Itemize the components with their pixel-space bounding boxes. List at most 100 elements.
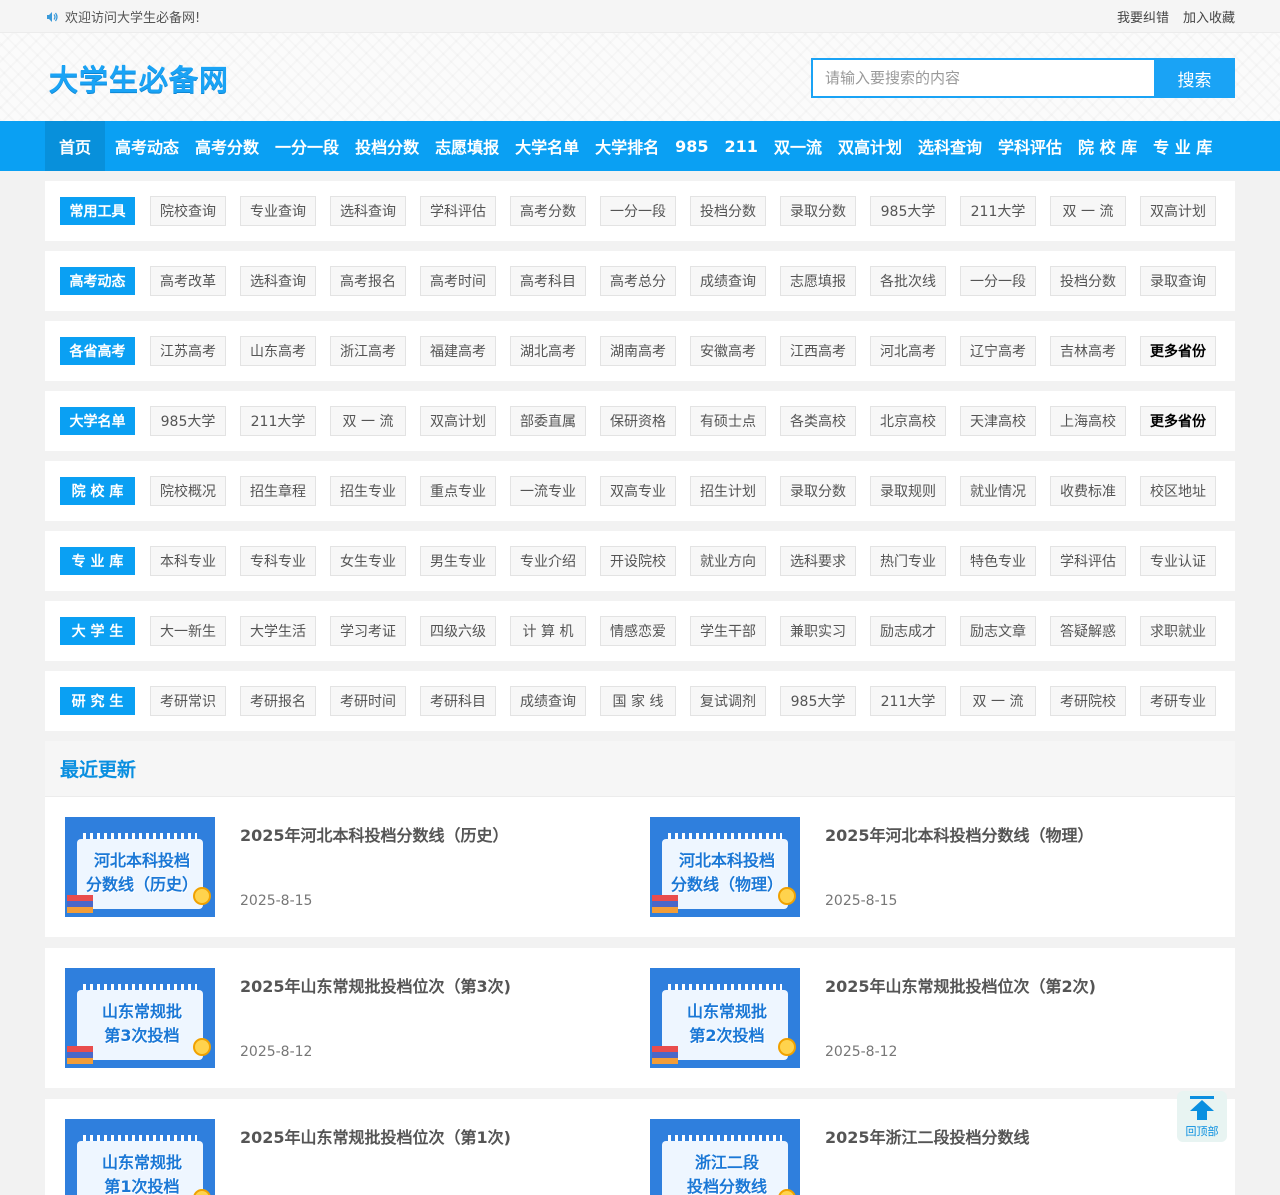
row-tag-link[interactable]: 收费标准 bbox=[1050, 476, 1126, 506]
row-tag-link[interactable]: 一分一段 bbox=[960, 266, 1036, 296]
row-tag-link[interactable]: 江西高考 bbox=[780, 336, 856, 366]
nav-item[interactable]: 大学名单 bbox=[507, 121, 587, 171]
row-tag-link[interactable]: 情感恋爱 bbox=[600, 616, 676, 646]
nav-item[interactable]: 志愿填报 bbox=[427, 121, 507, 171]
site-logo[interactable]: 大学生必备网 bbox=[49, 57, 229, 99]
nav-item[interactable]: 双一流 bbox=[766, 121, 830, 171]
row-tag-link[interactable]: 四级六级 bbox=[420, 616, 496, 646]
nav-item[interactable]: 专 业 库 bbox=[1145, 121, 1220, 171]
row-tag-link[interactable]: 热门专业 bbox=[870, 546, 946, 576]
search-button[interactable]: 搜索 bbox=[1154, 58, 1235, 98]
row-tag-link[interactable]: 双高专业 bbox=[600, 476, 676, 506]
more-provinces-link[interactable]: 更多省份 bbox=[1140, 336, 1216, 366]
row-tag-link[interactable]: 考研常识 bbox=[150, 686, 226, 716]
row-tag-link[interactable]: 选科查询 bbox=[330, 196, 406, 226]
row-tag-link[interactable]: 浙江高考 bbox=[330, 336, 406, 366]
row-tag-link[interactable]: 安徽高考 bbox=[690, 336, 766, 366]
row-tag-link[interactable]: 专业介绍 bbox=[510, 546, 586, 576]
article-thumbnail[interactable]: 山东常规批 第2次投档 bbox=[650, 968, 800, 1068]
row-tag-link[interactable]: 复试调剂 bbox=[690, 686, 766, 716]
row-tag-link[interactable]: 成绩查询 bbox=[690, 266, 766, 296]
row-tag-link[interactable]: 专科专业 bbox=[240, 546, 316, 576]
nav-item[interactable]: 选科查询 bbox=[910, 121, 990, 171]
article-item[interactable]: 浙江二段 投档分数线 2025年浙江二段投档分数线 bbox=[650, 1119, 1235, 1195]
row-tag-link[interactable]: 录取规则 bbox=[870, 476, 946, 506]
row-tag-link[interactable]: 就业情况 bbox=[960, 476, 1036, 506]
add-favorite-link[interactable]: 加入收藏 bbox=[1183, 7, 1235, 26]
article-item[interactable]: 山东常规批 第2次投档 2025年山东常规批投档位次（第2次) 2025-8-12 bbox=[650, 968, 1235, 1088]
article-title[interactable]: 2025年河北本科投档分数线（历史） bbox=[240, 822, 635, 846]
row-tag-link[interactable]: 211大学 bbox=[240, 406, 316, 436]
nav-item[interactable]: 大学排名 bbox=[587, 121, 667, 171]
row-tag-link[interactable]: 录取分数 bbox=[780, 476, 856, 506]
article-thumbnail[interactable]: 浙江二段 投档分数线 bbox=[650, 1119, 800, 1195]
article-title[interactable]: 2025年河北本科投档分数线（物理） bbox=[825, 822, 1220, 846]
row-tag-link[interactable]: 双高计划 bbox=[1140, 196, 1216, 226]
article-item[interactable]: 河北本科投档 分数线（历史） 2025年河北本科投档分数线（历史） 2025-8-15 bbox=[65, 817, 650, 937]
row-tag-link[interactable]: 一分一段 bbox=[600, 196, 676, 226]
row-tag-link[interactable]: 考研专业 bbox=[1140, 686, 1216, 716]
row-tag-link[interactable]: 双 一 流 bbox=[960, 686, 1036, 716]
row-tag-link[interactable]: 高考报名 bbox=[330, 266, 406, 296]
nav-item[interactable]: 高考分数 bbox=[187, 121, 267, 171]
row-tag-link[interactable]: 励志成才 bbox=[870, 616, 946, 646]
row-tag-link[interactable]: 985大学 bbox=[150, 406, 226, 436]
row-tag-link[interactable]: 江苏高考 bbox=[150, 336, 226, 366]
row-tag-link[interactable]: 考研报名 bbox=[240, 686, 316, 716]
row-tag-link[interactable]: 录取分数 bbox=[780, 196, 856, 226]
row-tag-link[interactable]: 重点专业 bbox=[420, 476, 496, 506]
row-tag-link[interactable]: 录取查询 bbox=[1140, 266, 1216, 296]
article-item[interactable]: 山东常规批 第1次投档 2025年山东常规批投档位次（第1次) bbox=[65, 1119, 650, 1195]
row-tag-link[interactable]: 专业认证 bbox=[1140, 546, 1216, 576]
row-tag-link[interactable]: 学生干部 bbox=[690, 616, 766, 646]
row-tag-link[interactable]: 考研院校 bbox=[1050, 686, 1126, 716]
row-tag-link[interactable]: 双 一 流 bbox=[330, 406, 406, 436]
row-tag-link[interactable]: 专业查询 bbox=[240, 196, 316, 226]
article-title[interactable]: 2025年浙江二段投档分数线 bbox=[825, 1124, 1220, 1148]
row-tag-link[interactable]: 吉林高考 bbox=[1050, 336, 1126, 366]
row-tag-link[interactable]: 国 家 线 bbox=[600, 686, 676, 716]
row-tag-link[interactable]: 保研资格 bbox=[600, 406, 676, 436]
row-tag-link[interactable]: 兼职实习 bbox=[780, 616, 856, 646]
nav-item[interactable]: 211 bbox=[717, 121, 766, 171]
article-item[interactable]: 山东常规批 第3次投档 2025年山东常规批投档位次（第3次) 2025-8-12 bbox=[65, 968, 650, 1088]
row-tag-link[interactable]: 985大学 bbox=[870, 196, 946, 226]
row-tag-link[interactable]: 学科评估 bbox=[1050, 546, 1126, 576]
row-tag-link[interactable]: 天津高校 bbox=[960, 406, 1036, 436]
row-tag-link[interactable]: 高考时间 bbox=[420, 266, 496, 296]
row-tag-link[interactable]: 湖北高考 bbox=[510, 336, 586, 366]
row-tag-link[interactable]: 求职就业 bbox=[1140, 616, 1216, 646]
row-tag-link[interactable]: 985大学 bbox=[780, 686, 856, 716]
row-tag-link[interactable]: 各批次线 bbox=[870, 266, 946, 296]
row-tag-link[interactable]: 考研时间 bbox=[330, 686, 406, 716]
row-tag-link[interactable]: 招生章程 bbox=[240, 476, 316, 506]
row-tag-link[interactable]: 211大学 bbox=[960, 196, 1036, 226]
row-tag-link[interactable]: 答疑解惑 bbox=[1050, 616, 1126, 646]
article-thumbnail[interactable]: 山东常规批 第3次投档 bbox=[65, 968, 215, 1068]
article-thumbnail[interactable]: 山东常规批 第1次投档 bbox=[65, 1119, 215, 1195]
row-tag-link[interactable]: 湖南高考 bbox=[600, 336, 676, 366]
row-tag-link[interactable]: 211大学 bbox=[870, 686, 946, 716]
row-tag-link[interactable]: 高考总分 bbox=[600, 266, 676, 296]
article-title[interactable]: 2025年山东常规批投档位次（第2次) bbox=[825, 973, 1220, 997]
row-tag-link[interactable]: 院校概况 bbox=[150, 476, 226, 506]
nav-item[interactable]: 985 bbox=[667, 121, 716, 171]
row-tag-link[interactable]: 成绩查询 bbox=[510, 686, 586, 716]
row-tag-link[interactable]: 高考改革 bbox=[150, 266, 226, 296]
row-tag-link[interactable]: 选科查询 bbox=[240, 266, 316, 296]
row-tag-link[interactable]: 福建高考 bbox=[420, 336, 496, 366]
row-tag-link[interactable]: 开设院校 bbox=[600, 546, 676, 576]
row-tag-link[interactable]: 就业方向 bbox=[690, 546, 766, 576]
nav-item[interactable]: 学科评估 bbox=[990, 121, 1070, 171]
row-tag-link[interactable]: 上海高校 bbox=[1050, 406, 1126, 436]
row-tag-link[interactable]: 学科评估 bbox=[420, 196, 496, 226]
nav-item[interactable]: 一分一段 bbox=[267, 121, 347, 171]
row-tag-link[interactable]: 志愿填报 bbox=[780, 266, 856, 296]
row-tag-link[interactable]: 北京高校 bbox=[870, 406, 946, 436]
nav-item[interactable]: 双高计划 bbox=[830, 121, 910, 171]
article-title[interactable]: 2025年山东常规批投档位次（第3次) bbox=[240, 973, 635, 997]
row-tag-link[interactable]: 学习考证 bbox=[330, 616, 406, 646]
row-tag-link[interactable]: 大一新生 bbox=[150, 616, 226, 646]
row-tag-link[interactable]: 河北高考 bbox=[870, 336, 946, 366]
row-tag-link[interactable]: 特色专业 bbox=[960, 546, 1036, 576]
